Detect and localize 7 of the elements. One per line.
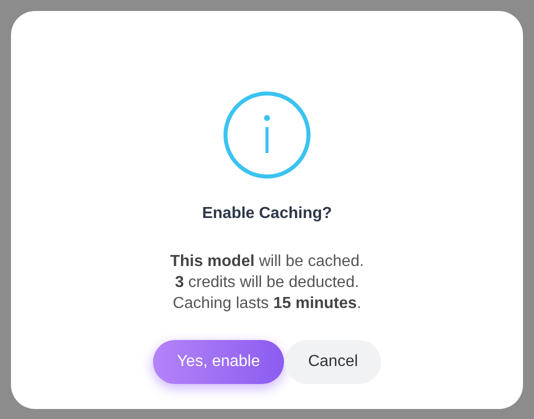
message-line: Caching lasts 15 minutes. — [172, 294, 362, 314]
info-icon — [223, 91, 311, 179]
cancel-button[interactable]: Cancel — [285, 340, 381, 384]
dialog-title: Enable Caching? — [202, 205, 332, 223]
message-line: This model will be cached. — [170, 252, 364, 272]
confirm-button[interactable]: Yes, enable — [153, 340, 284, 384]
message-line: 3 credits will be deducted. — [174, 273, 360, 293]
